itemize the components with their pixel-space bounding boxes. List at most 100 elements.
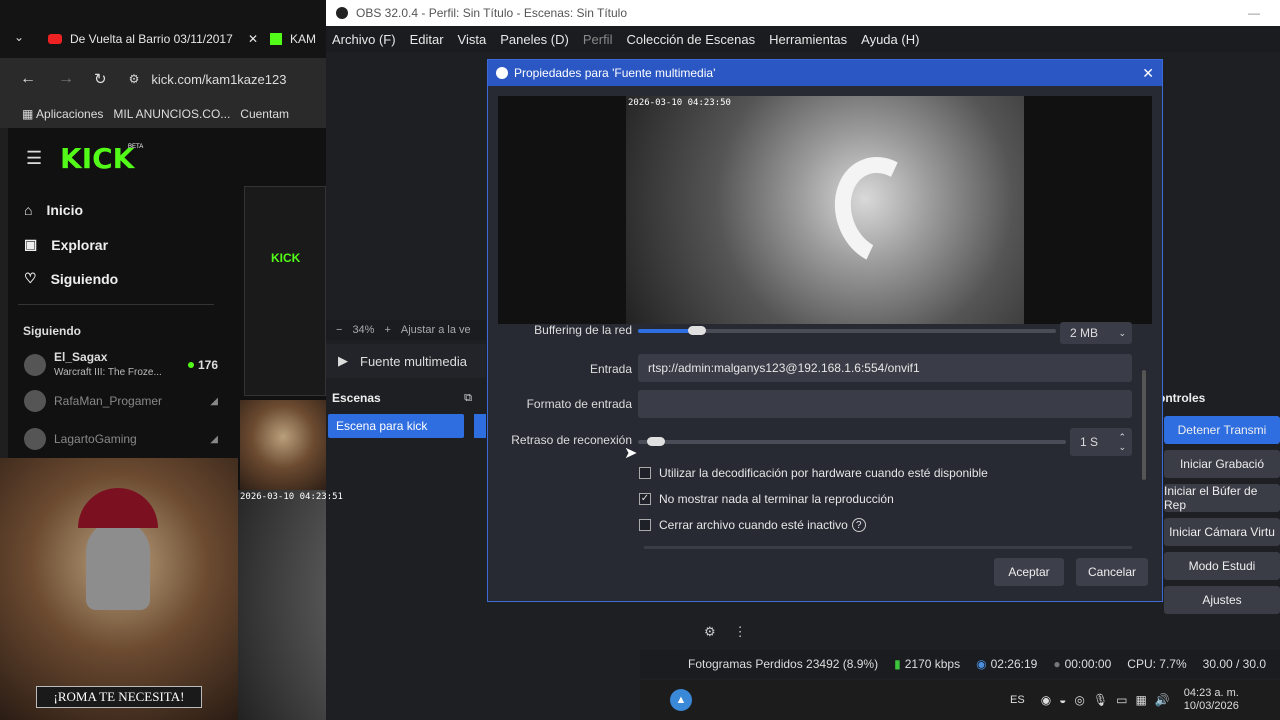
buffering-slider[interactable] — [638, 326, 1056, 335]
menu-archivo[interactable]: Archivo (F) — [332, 32, 396, 47]
scene-item[interactable]: Escena para kick — [328, 414, 464, 438]
spin-arrows-icon[interactable]: ⌃ ⌄ — [1118, 432, 1126, 452]
preview-image — [626, 96, 1024, 324]
dialog-title: Propiedades para 'Fuente multimedia' — [514, 66, 716, 80]
clock[interactable]: 04:23 a. m. 10/03/2026 — [1184, 687, 1239, 713]
menu-paneles[interactable]: Paneles (D) — [500, 32, 569, 47]
close-icon[interactable]: ✕ — [248, 32, 258, 46]
mouse-cursor-icon: ➤ — [624, 445, 638, 462]
reconnect-slider[interactable] — [638, 437, 1066, 446]
checkbox-box[interactable] — [639, 467, 651, 479]
channel-name: LagartoGaming — [54, 432, 137, 446]
forward-icon[interactable]: → — [58, 70, 74, 88]
source-name: Fuente multimedia — [360, 353, 467, 369]
virtual-camera-button[interactable]: Iniciar Cámara Virtu — [1164, 518, 1280, 546]
close-inactive-checkbox[interactable]: Cerrar archivo cuando esté inactivo ? — [639, 518, 866, 532]
settings-button[interactable]: Ajustes — [1164, 586, 1280, 614]
crest-shape — [78, 488, 158, 528]
kick-logo[interactable]: KICK — [60, 142, 134, 175]
zoom-out-icon[interactable]: − — [336, 324, 342, 336]
following-item-lagarto[interactable]: LagartoGaming ◢ — [24, 428, 218, 450]
channel-name: El_Sagax — [54, 350, 108, 364]
obs-tray-icon[interactable]: ◎ — [1074, 693, 1084, 707]
reconnect-knob[interactable] — [646, 437, 665, 446]
format-label: Formato de entrada — [526, 397, 632, 411]
mic-icon[interactable]: 🎙 — [1093, 693, 1108, 707]
following-item-rafaman[interactable]: RafaMan_Progamer ◢ — [24, 390, 218, 412]
back-icon[interactable]: ← — [20, 70, 36, 88]
record-icon: ● — [1053, 657, 1061, 671]
poster-image: ¡ROMA TE NECESITA! — [0, 458, 238, 720]
following-title: Siguiendo — [23, 324, 81, 338]
beta-badge: BETA — [128, 144, 144, 150]
replay-buffer-button[interactable]: Iniciar el Búfer de Rep — [1164, 484, 1280, 512]
tray-icon[interactable]: ◒ — [1059, 693, 1066, 707]
hw-decode-checkbox[interactable]: Utilizar la decodificación por hardware … — [639, 466, 988, 480]
zoom-fit-label[interactable]: Ajustar a la ve — [401, 324, 471, 336]
source-bar: ▶ Fuente multimedia — [326, 344, 486, 378]
input-url-field[interactable]: rtsp://admin:malganys123@192.168.1.6:554… — [638, 354, 1132, 382]
studio-mode-button[interactable]: Modo Estudi — [1164, 552, 1280, 580]
menu-ayuda[interactable]: Ayuda (H) — [861, 32, 919, 47]
close-icon[interactable]: ✕ — [1142, 65, 1154, 82]
menu-perfil[interactable]: Perfil — [583, 32, 613, 47]
bookmark-milanuncios[interactable]: MIL ANUNCIOS.CO... — [113, 107, 230, 121]
minimize-icon[interactable]: — — [1248, 6, 1260, 20]
nav-inicio[interactable]: ⌂ Inicio — [24, 202, 83, 218]
clock-date: 10/03/2026 — [1183, 700, 1239, 712]
tab-youtube[interactable]: De Vuelta al Barrio 03/11/2017 ✕ — [48, 22, 258, 56]
volume-icon[interactable]: 🔊 — [1155, 693, 1170, 707]
advanced-audio-icon[interactable]: ⚙ — [704, 624, 716, 640]
url-field[interactable]: kick.com/kam1kaze123 — [151, 72, 286, 87]
reconnect-spinbox[interactable]: 1 S ⌃ ⌄ — [1070, 428, 1132, 456]
language-indicator[interactable]: ES — [1010, 694, 1025, 706]
scenes-dock: Escenas ⧉ Escena para kick — [326, 388, 472, 650]
poster-thumbnail — [240, 400, 326, 492]
nav-siguiendo[interactable]: ♡ Siguiendo — [24, 270, 118, 287]
site-settings-icon[interactable]: ⚙ — [129, 72, 140, 86]
home-icon: ⌂ — [24, 202, 33, 218]
window-title: OBS 32.0.4 - Perfil: Sin Título - Escena… — [356, 6, 628, 20]
menu-vista[interactable]: Vista — [458, 32, 487, 47]
play-icon[interactable]: ▶ — [338, 353, 348, 369]
live-dot-icon — [187, 362, 194, 368]
hide-on-end-checkbox[interactable]: ✓ No mostrar nada al terminar la reprodu… — [639, 492, 894, 506]
stop-stream-button[interactable]: Detener Transmi — [1164, 416, 1280, 444]
zoom-value: 34% — [352, 324, 375, 336]
menu-herramientas[interactable]: Herramientas — [769, 32, 847, 47]
menu-editar[interactable]: Editar — [410, 32, 444, 47]
dock-toolbar: ⚙ ⋮ — [696, 618, 1016, 646]
headphones-shape — [819, 143, 945, 279]
battery-icon[interactable]: ▭ — [1116, 693, 1127, 707]
tab-kick[interactable]: KAM — [270, 22, 330, 56]
status-bar: Fotogramas Perdidos 23492 (8.9%) ▮ 2170 k… — [640, 650, 1280, 678]
buffering-knob[interactable] — [687, 326, 706, 335]
menu-icon[interactable]: ☰ — [26, 148, 42, 169]
following-item-el-sagax[interactable]: El_Sagax Warcraft III: The Froze... 176 — [24, 350, 218, 380]
zoom-in-icon[interactable]: + — [384, 324, 390, 336]
nav-explorar[interactable]: ▣ Explorar — [24, 236, 108, 253]
bookmark-cuentam[interactable]: Cuentam — [240, 107, 289, 121]
chrome-tray-icon[interactable]: ◉ — [1041, 693, 1051, 707]
accept-button[interactable]: Aceptar — [994, 558, 1064, 586]
menu-coleccion[interactable]: Colección de Escenas — [626, 32, 755, 47]
input-format-field[interactable] — [638, 390, 1132, 418]
helmet-shape — [86, 520, 150, 610]
help-icon[interactable]: ? — [851, 518, 866, 532]
reload-icon[interactable]: ↻ — [94, 70, 107, 88]
buffering-spinbox[interactable]: 2 MB ⌄ — [1060, 322, 1132, 344]
more-options-icon[interactable]: ⋮ — [734, 624, 747, 640]
input-label: Entrada — [589, 362, 632, 376]
cancel-button[interactable]: Cancelar — [1076, 558, 1148, 586]
network-icon[interactable]: ▦ — [1135, 693, 1146, 707]
app-icon[interactable]: ▲ — [670, 689, 692, 711]
chevron-down-icon[interactable]: ⌄ — [1118, 328, 1126, 339]
start-recording-button[interactable]: Iniciar Grabació — [1164, 450, 1280, 478]
checkbox-box[interactable] — [639, 519, 651, 531]
tab-list-icon[interactable]: ⌄ — [14, 30, 24, 44]
undock-icon[interactable]: ⧉ — [464, 392, 472, 405]
record-time: 00:00:00 — [1064, 657, 1112, 671]
scrollbar[interactable] — [1142, 370, 1146, 480]
bookmark-apps[interactable]: ▦ Aplicaciones — [22, 107, 103, 121]
checkbox-checked[interactable]: ✓ — [639, 493, 651, 505]
